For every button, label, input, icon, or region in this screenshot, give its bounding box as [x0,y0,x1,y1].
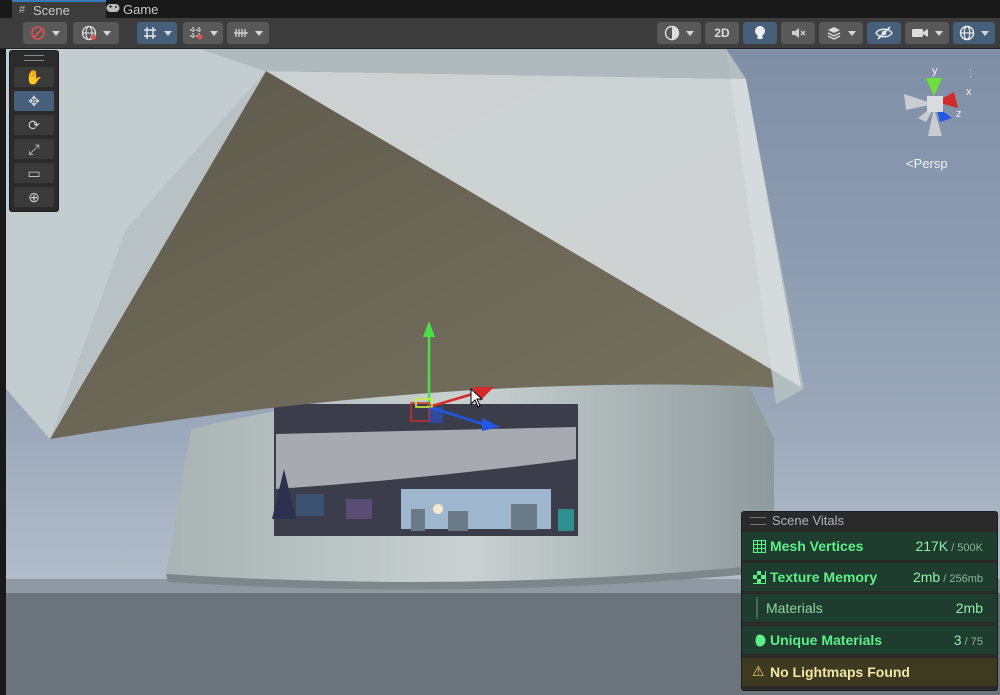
warning-icon: ⚠ [752,663,765,679]
vitals-title: Scene Vitals [772,513,845,528]
grid-visibility-dropdown[interactable] [227,22,269,44]
layers-icon [827,27,841,40]
vitals-value: 217K / 500K [915,538,983,554]
material-sphere-icon [753,634,766,647]
gizmo-globe-icon [959,25,975,41]
vitals-label: Unique Materials [770,632,883,648]
vitals-value-limit: / 75 [961,636,983,648]
toggle-2d-label: 2D [714,26,730,40]
indent-bar [756,597,758,619]
vitals-label: Materials [766,600,823,616]
gizmo-grip[interactable]: ⋮ [966,69,975,78]
tab-game[interactable]: Game [104,0,176,18]
hand-tool-icon[interactable]: ✋ [14,67,54,87]
effects-dropdown[interactable] [819,22,863,44]
globe-icon [81,25,97,41]
grid-cube-icon [753,540,766,553]
lighting-toggle[interactable] [743,22,777,44]
vitals-row-lightmaps-warning[interactable]: ⚠ No Lightmaps Found [742,658,997,686]
scale-tool-icon[interactable]: ⤢ [14,139,54,159]
sphere-shading-icon [664,25,680,41]
chevron-left-icon: < [906,156,914,171]
snap-increment-icon [190,27,203,40]
grid-icon: # [18,4,26,16]
tab-scene[interactable]: # Scene [12,0,106,18]
grid-snap-dropdown[interactable] [137,22,177,44]
chevron-down-icon [981,30,989,36]
chevron-down-icon [255,30,263,36]
eye-slash-icon [875,26,893,40]
camera-icon [912,29,928,37]
vitals-row-texture-memory[interactable]: Texture Memory 2mb / 256mb [742,563,997,591]
axis-y-label: y [932,66,938,77]
chevron-down-icon [686,30,694,36]
move-gizmo[interactable] [396,317,506,437]
grid-snap-icon [144,27,156,39]
vitals-label: Texture Memory [770,569,878,585]
chevron-down-icon [52,30,60,36]
draw-mode-icon [31,26,45,40]
axis-z-label: z [956,108,962,120]
chevron-down-icon [103,30,111,36]
vitals-label: No Lightmaps Found [770,664,910,680]
vitals-row-mesh-vertices[interactable]: Mesh Vertices 217K / 500K [742,532,997,560]
move-tool-icon[interactable]: ✥ [14,91,54,111]
projection-toggle[interactable]: <Persp [906,156,948,171]
cursor-icon [470,388,484,408]
tab-scene-label: Scene [33,2,70,18]
snap-increment-dropdown[interactable] [183,22,223,44]
shading-dropdown[interactable] [73,22,119,44]
checker-icon [753,571,766,584]
vitals-value-main: 3 [953,632,962,648]
vitals-value: 2mb / 256mb [913,569,983,585]
light-bulb-icon [755,26,765,39]
render-mode-dropdown[interactable] [657,22,701,44]
tab-bar: # Scene Game [0,0,1000,18]
chevron-down-icon [935,30,943,36]
tools-overlay: ✋ ✥ ⟳ ⤢ ▭ ⊕ [9,50,59,212]
hidden-objects-toggle[interactable] [867,22,901,44]
vitals-value-limit: / 256mb [940,573,983,585]
rect-tool-icon[interactable]: ▭ [14,163,54,183]
speaker-mute-icon [792,28,806,38]
vitals-value: 2mb [955,600,983,616]
grip-icon [750,517,766,525]
gamepad-icon [106,3,120,15]
gizmos-dropdown[interactable] [953,22,995,44]
scene-vitals-panel: Scene Vitals Mesh Vertices 217K / 500K T… [741,511,998,691]
vitals-label: Mesh Vertices [770,538,864,554]
audio-toggle[interactable] [781,22,815,44]
chevron-down-icon [164,30,172,36]
vitals-value-main: 2mb [912,569,941,585]
overlay-grip[interactable] [24,55,44,61]
chevron-down-icon [210,30,218,36]
vitals-row-unique-materials[interactable]: Unique Materials 3 / 75 [742,626,997,654]
transform-tool-icon[interactable]: ⊕ [14,187,54,207]
vitals-value: 3 / 75 [954,632,983,648]
vitals-value-main: 217K [915,538,949,554]
vitals-row-materials[interactable]: Materials 2mb [742,594,997,622]
ruler-grid-icon [234,29,248,37]
toggle-2d-button[interactable]: 2D [705,22,739,44]
projection-label: Persp [913,156,948,171]
tab-game-label: Game [123,1,159,17]
draw-mode-dropdown[interactable] [23,22,67,44]
chevron-down-icon [848,30,856,36]
rotate-tool-icon[interactable]: ⟳ [14,115,54,135]
camera-dropdown[interactable] [905,22,949,44]
scene-toolbar: 2D [0,18,1000,49]
vitals-header[interactable]: Scene Vitals [742,512,997,530]
axis-x-label: x [966,86,972,98]
vitals-value-limit: / 500K [948,542,983,554]
